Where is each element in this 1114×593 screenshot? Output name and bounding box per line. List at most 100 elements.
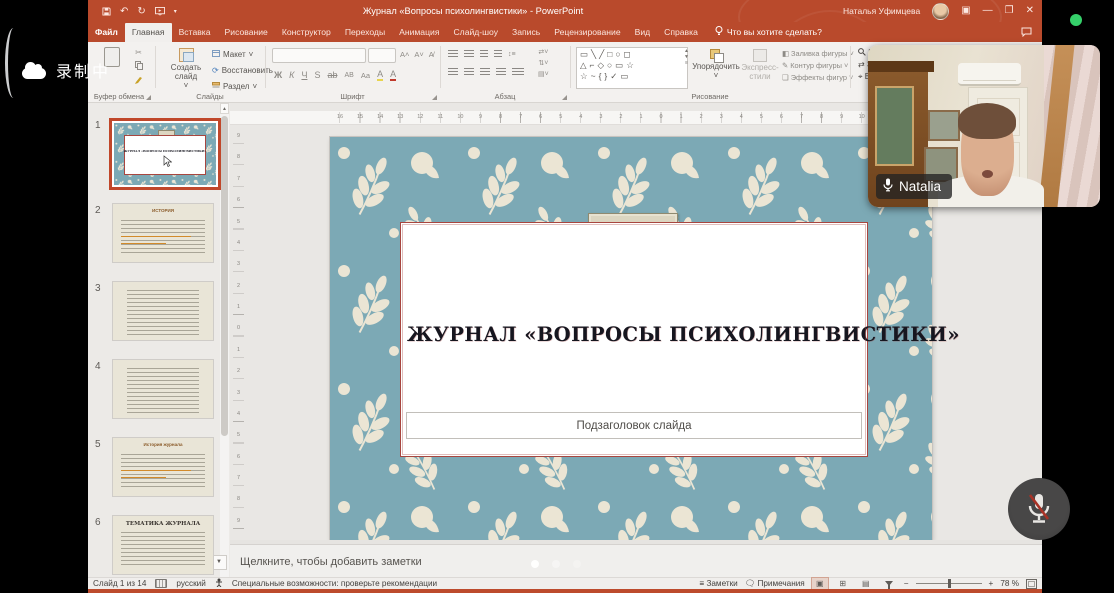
character-spacing-icon[interactable]: АВ [344, 72, 353, 79]
zoom-slider[interactable] [916, 583, 982, 584]
dot[interactable] [573, 560, 581, 568]
line-spacing-icon[interactable]: ↕≡ [508, 51, 516, 58]
underline-icon[interactable]: Ч [301, 70, 307, 80]
align-text-icon[interactable]: ⇅˅ [538, 59, 548, 67]
slide-thumbnail-2[interactable]: ИСТОРИЯ [112, 203, 214, 263]
shrink-font-icon[interactable]: А˅ [414, 50, 423, 59]
clear-formatting-icon[interactable]: А̸ [429, 50, 434, 59]
webcam-video-tile[interactable]: Natalia [868, 45, 1100, 207]
thumbnail-scrollbar[interactable]: ▲ [220, 103, 229, 578]
columns-icon[interactable] [512, 68, 524, 76]
ribbon-tab-11[interactable]: Справка [657, 23, 705, 42]
bold-icon[interactable]: Ж [274, 70, 282, 80]
undo-icon[interactable]: ↶ [120, 6, 128, 17]
decrease-indent-icon[interactable] [480, 50, 488, 58]
smartart-icon[interactable]: ▤˅ [538, 70, 549, 78]
shapes-scroll[interactable]: ▲ ▼ ≡ [684, 48, 689, 66]
save-icon[interactable] [102, 7, 111, 16]
accessibility-status[interactable]: Специальные возможности: проверьте реком… [232, 579, 437, 588]
ribbon-tab-9[interactable]: Рецензирование [547, 23, 627, 42]
notes-pane[interactable]: Щелкните, чтобы добавить заметки [230, 544, 1042, 578]
clipboard-dialog-launcher[interactable] [146, 95, 151, 100]
strikethrough-icon[interactable]: ab [327, 70, 337, 80]
ribbon-tab-1[interactable]: Главная [125, 23, 172, 42]
zoom-out-button[interactable]: − [904, 579, 909, 588]
shape-effects-icon[interactable]: ❏ Эффекты фигур ˅ [782, 73, 853, 82]
ribbon-tab-10[interactable]: Вид [628, 23, 658, 42]
shape-outline-icon[interactable]: ✎ Контур фигуры ˅ [782, 61, 848, 70]
account-avatar[interactable] [932, 3, 949, 20]
slide-title[interactable]: ЖУРНАЛ «ВОПРОСЫ ПСИХОЛИНГВИСТИКИ» [407, 323, 861, 346]
font-name-combo[interactable] [272, 48, 366, 63]
view-slide-sorter-button[interactable]: ⊞ [835, 578, 851, 589]
dot[interactable] [552, 560, 560, 568]
bullets-icon[interactable] [448, 50, 458, 58]
slide-thumbnail-1[interactable]: ЖУРНАЛ «ВОПРОСЫ ПСИХОЛИНГВИСТИКИ» [109, 118, 221, 190]
slide-thumbnail-3[interactable] [112, 281, 214, 341]
shape-glyph-row-1[interactable]: △⌐◇○▭☆ [580, 60, 684, 71]
font-dialog-launcher[interactable] [432, 95, 437, 100]
account-name[interactable]: Наталья Уфимцева [843, 6, 920, 16]
cut-icon[interactable]: ✂ [135, 48, 142, 57]
zoom-slider-thumb[interactable] [948, 579, 951, 588]
share-comments-icon[interactable] [1021, 27, 1032, 39]
customize-qat-icon[interactable]: ▾ [174, 8, 177, 15]
change-case-icon[interactable]: Аа [361, 71, 370, 80]
copy-icon[interactable] [135, 61, 143, 72]
view-slideshow-button[interactable] [881, 578, 897, 589]
zoom-level[interactable]: 78 % [1000, 579, 1019, 588]
grow-font-icon[interactable]: А˄ [400, 50, 409, 59]
align-right-icon[interactable] [480, 68, 490, 76]
microphone-mute-button[interactable] [1008, 478, 1070, 540]
language-indicator[interactable]: русский [176, 579, 205, 588]
ribbon-display-options-icon[interactable]: ▣ [961, 0, 970, 22]
highlight-color-icon[interactable]: А [377, 69, 383, 81]
notes-toggle[interactable]: ≡ Заметки [699, 579, 737, 588]
align-center-icon[interactable] [464, 68, 474, 76]
layout-button[interactable]: Макет˅ [212, 50, 253, 59]
vertical-ruler[interactable]: 9876543210123456789 [233, 133, 244, 539]
slide-subtitle-placeholder[interactable]: Подзаголовок слайда [406, 412, 862, 439]
redo-icon[interactable]: ↻ [137, 6, 145, 17]
text-shadow-icon[interactable]: S [314, 70, 320, 80]
fit-slide-to-window-icon[interactable] [1026, 579, 1037, 589]
zoom-in-button[interactable]: + [989, 579, 994, 588]
ribbon-tab-2[interactable]: Вставка [172, 23, 218, 42]
ribbon-tab-5[interactable]: Переходы [338, 23, 392, 42]
paragraph-dialog-launcher[interactable] [562, 95, 567, 100]
ribbon-tab-8[interactable]: Запись [505, 23, 547, 42]
dot[interactable] [531, 560, 539, 568]
ribbon-tab-7[interactable]: Слайд-шоу [446, 23, 505, 42]
shape-glyph-row-0[interactable]: ▭╲╱□○◻ [580, 49, 684, 60]
font-size-combo[interactable] [368, 48, 396, 63]
slide-thumbnail-6[interactable]: ТЕМАТИКА ЖУРНАЛА [112, 515, 214, 575]
font-color-icon[interactable]: А [390, 69, 396, 81]
slide-thumbnail-5[interactable]: История журнала [112, 437, 214, 497]
restore-button[interactable]: ❐ [1005, 0, 1014, 22]
numbering-icon[interactable] [464, 50, 474, 58]
close-button[interactable]: ✕ [1026, 0, 1034, 22]
view-normal-button[interactable]: ▣ [812, 578, 828, 589]
shapes-gallery[interactable]: ▭╲╱□○◻△⌐◇○▭☆☆~{}✓▭ [576, 47, 688, 89]
slide-thumbnail-4[interactable] [112, 359, 214, 419]
ribbon-tab-4[interactable]: Конструктор [275, 23, 338, 42]
scrollbar-thumb[interactable] [221, 116, 228, 436]
section-button[interactable]: Раздел˅ [212, 82, 257, 91]
format-painter-icon[interactable] [134, 76, 143, 87]
slide-canvas[interactable]: ЖУРНАЛ «ВОПРОСЫ ПСИХОЛИНГВИСТИКИ» Подзаг… [330, 137, 932, 540]
justify-icon[interactable] [496, 68, 506, 76]
italic-icon[interactable]: К [289, 70, 294, 80]
scroll-up-icon[interactable]: ▲ [220, 103, 229, 114]
minimize-button[interactable]: — [983, 0, 993, 22]
shape-fill-icon[interactable]: ◧ Заливка фигуры ˅ [782, 49, 854, 58]
text-direction-icon[interactable]: ⇄˅ [538, 48, 548, 56]
quick-styles-button[interactable]: Экспресс-стили [740, 49, 780, 81]
increase-indent-icon[interactable] [494, 50, 502, 58]
arrange-button[interactable]: Упорядочить˅ [692, 49, 740, 80]
start-slideshow-icon[interactable] [155, 7, 165, 16]
ribbon-tab-0[interactable]: Файл [88, 23, 125, 42]
tell-me-box[interactable]: Что вы хотите сделать? [715, 26, 822, 42]
view-reading-button[interactable]: ▤ [858, 578, 874, 589]
new-slide-button[interactable]: Создать слайд˅ [164, 48, 208, 90]
shape-glyph-row-2[interactable]: ☆~{}✓▭ [580, 71, 684, 82]
